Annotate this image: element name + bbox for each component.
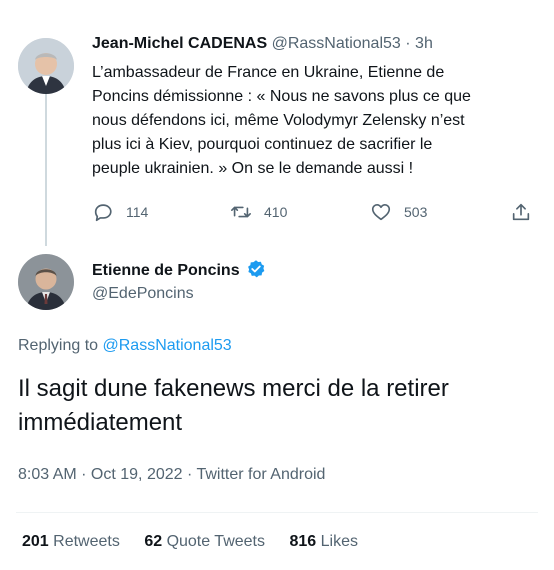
- parent-text-line: L’ambassadeur de France en Ukraine, Etie…: [92, 64, 445, 81]
- parent-author-name[interactable]: Jean-Michel CADENAS: [92, 35, 267, 52]
- retweet-icon: [231, 206, 251, 218]
- share-icon: [512, 203, 530, 221]
- separator-dot: ·: [405, 35, 411, 52]
- engagement-stats: 201 Retweets 62 Quote Tweets 816 Likes: [22, 533, 358, 551]
- likes-label: Likes: [320, 533, 358, 550]
- main-text-line: immédiatement: [18, 409, 183, 436]
- parent-text-line: Poncins démissionne : « Nous ne savons p…: [92, 88, 471, 105]
- replying-to-mention[interactable]: @RassNational53: [103, 337, 232, 354]
- parent-tweet-text: L’ambassadeur de France en Ukraine, Etie…: [92, 61, 542, 181]
- parent-text-line: nous défendons ici, même Volodymyr Zelen…: [92, 112, 465, 129]
- parent-header: Jean-Michel CADENAS @RassNational53 · 3h: [92, 35, 433, 53]
- main-author-block: Etienne de Poncins: [92, 259, 266, 284]
- retweets-label: Retweets: [53, 533, 120, 550]
- divider-top: [16, 512, 538, 513]
- retweets-count: 201: [22, 533, 49, 550]
- main-author-handle[interactable]: @EdePoncins: [92, 285, 194, 303]
- quote-tweets-count: 62: [144, 533, 163, 550]
- verified-badge-icon: [246, 259, 266, 284]
- reply-count: 114: [126, 204, 149, 220]
- parent-time[interactable]: 3h: [415, 35, 433, 52]
- thread-line: [45, 94, 47, 246]
- like-button[interactable]: 503: [370, 201, 427, 223]
- retweet-button[interactable]: 410: [230, 201, 287, 223]
- retweets-stat[interactable]: 201 Retweets: [22, 533, 120, 550]
- parent-text-line: peuple ukrainien. » On se le demande aus…: [92, 160, 414, 177]
- quote-tweets-label: Quote Tweets: [166, 533, 265, 550]
- retweet-count: 410: [264, 204, 288, 220]
- main-author-name[interactable]: Etienne de Poncins: [92, 262, 240, 279]
- main-text-line: Il sagit dune fakenews merci de la retir…: [18, 375, 449, 402]
- reply-button[interactable]: 114: [92, 201, 148, 223]
- main-tweet-text: Il sagit dune fakenews merci de la retir…: [18, 372, 548, 440]
- likes-count: 816: [289, 533, 317, 550]
- like-count: 503: [404, 204, 428, 220]
- avatar-parent[interactable]: [18, 38, 74, 94]
- replying-to-label: Replying to: [18, 337, 99, 354]
- share-button[interactable]: [510, 201, 532, 223]
- parent-text-line: plus ici à Kiev, pourquoi continuez de s…: [92, 136, 433, 153]
- replying-to-line: Replying to @RassNational53: [18, 337, 232, 355]
- quote-tweets-stat[interactable]: 62 Quote Tweets: [144, 533, 265, 550]
- parent-author-handle[interactable]: @RassNational53: [272, 35, 401, 52]
- likes-stat[interactable]: 816 Likes: [289, 533, 358, 550]
- reply-icon: [94, 204, 112, 222]
- heart-icon: [371, 204, 391, 221]
- avatar-main[interactable]: [18, 254, 74, 310]
- tweet-timestamp[interactable]: 8:03 AM · Oct 19, 2022 · Twitter for And…: [18, 466, 325, 484]
